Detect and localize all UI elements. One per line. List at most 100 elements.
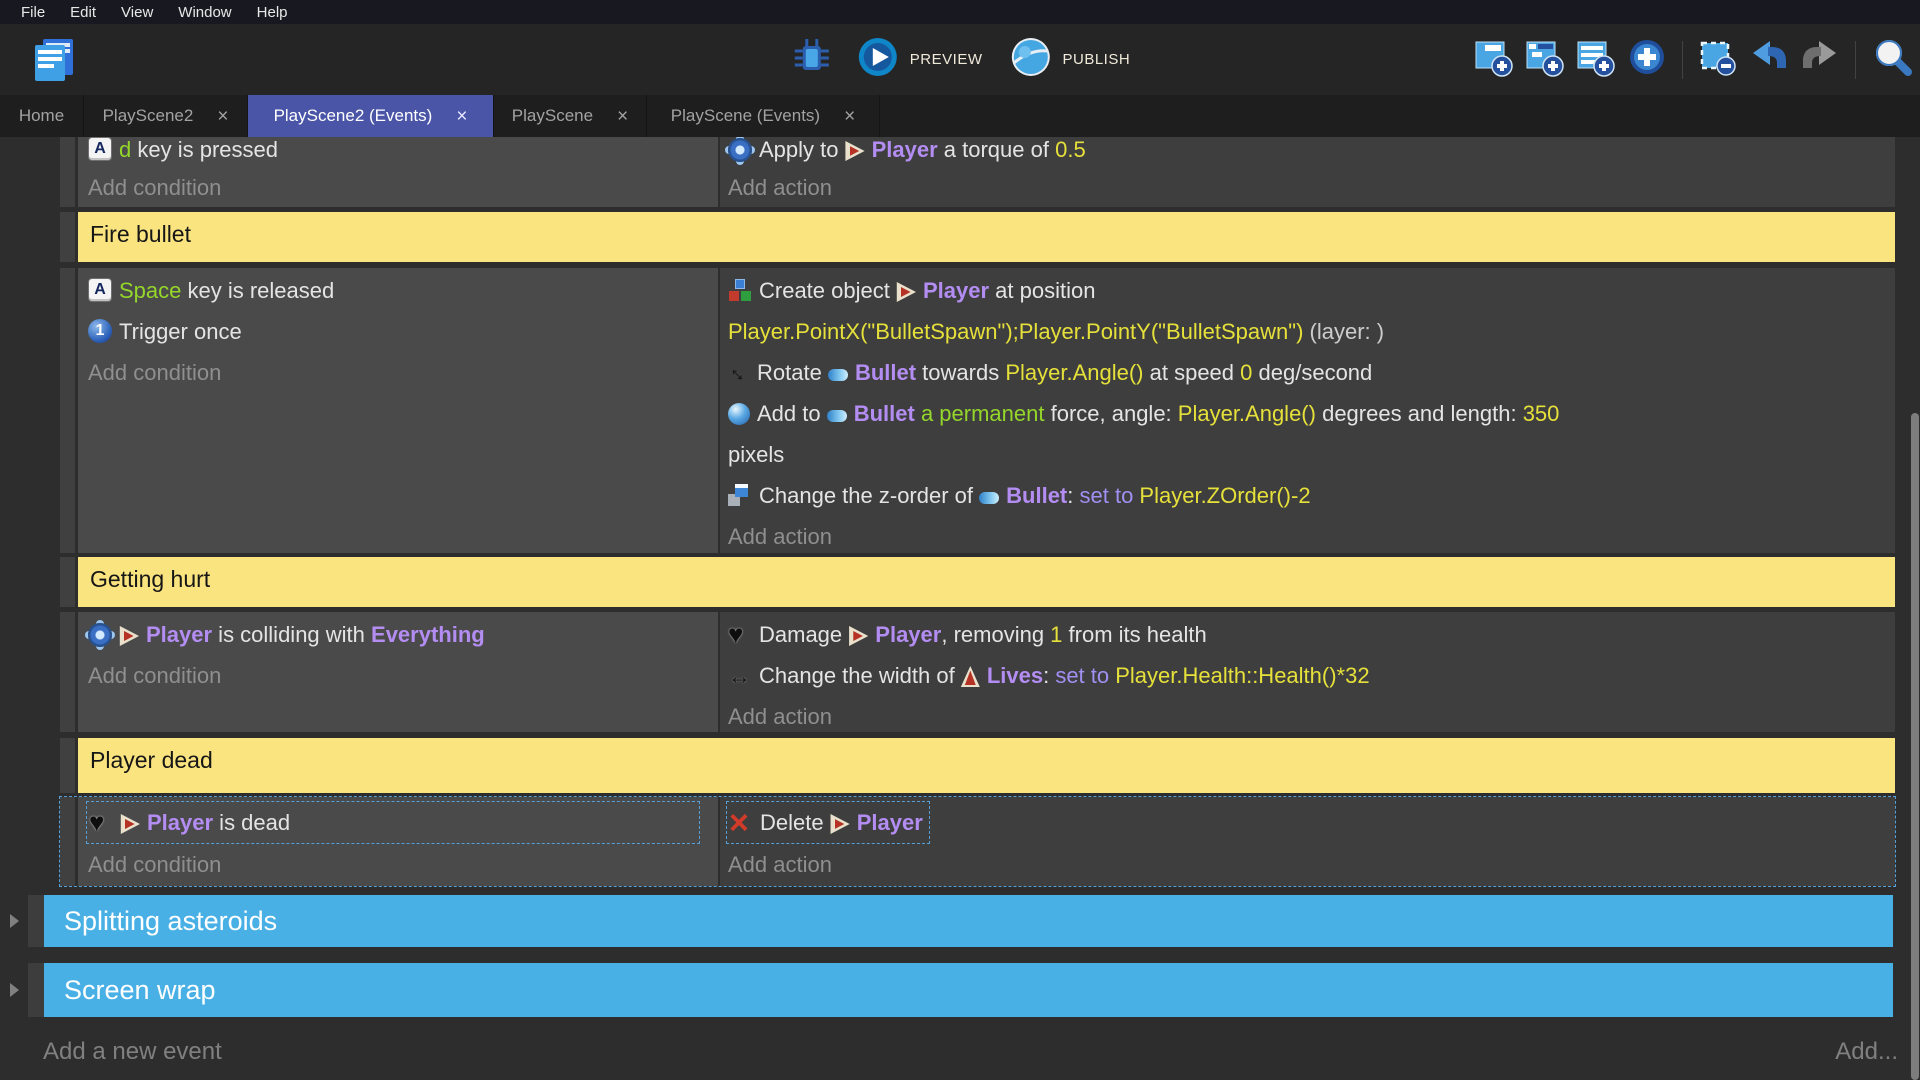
add-action-link[interactable]: Add action [728,516,1895,557]
event-drag-handle[interactable] [60,738,75,793]
comment-text[interactable]: Player dead [78,738,1895,793]
event-drag-handle[interactable] [60,797,75,886]
event-drag-handle[interactable] [60,557,75,607]
toolbar-separator [1855,41,1856,79]
add-condition-link[interactable]: Add condition [88,352,718,393]
tab-label: PlayScene [512,106,593,126]
text-segment: : [1043,663,1055,688]
action-line[interactable]: Change the z-order of Bullet: set to Pla… [728,475,1895,516]
text-segment: , removing [941,622,1050,647]
text-segment: Player.PointX("BulletSpawn");Player.Poin… [728,319,1303,344]
action-line[interactable]: Create object Player at position [728,270,1895,311]
tab-label: PlayScene2 (Events) [274,106,433,126]
vertical-scrollbar-thumb[interactable] [1911,413,1919,1080]
comment-text[interactable]: Getting hurt [78,557,1895,607]
comment-row-fire-bullet: Fire bullet [60,212,1895,262]
close-icon[interactable]: × [617,107,628,126]
condition-line[interactable]: Player is colliding with Everything [88,614,718,655]
add-choose-event-icon[interactable] [1626,36,1668,83]
object-name: Player [923,278,989,303]
condition-line[interactable]: Player is dead [89,810,290,835]
close-icon[interactable]: × [217,107,228,126]
undo-icon[interactable] [1748,36,1790,83]
tab-playscene-events[interactable]: PlayScene (Events) × [647,95,880,137]
tab-playscene[interactable]: PlayScene × [494,95,647,137]
menu-window[interactable]: Window [178,4,231,21]
add-event-icon[interactable] [1473,36,1515,83]
group-row-splitting-asteroids[interactable]: Splitting asteroids [28,895,1893,947]
group-title[interactable]: Splitting asteroids [44,895,1893,947]
text-segment: at position [989,278,1095,303]
group-title[interactable]: Screen wrap [44,963,1893,1017]
close-icon[interactable]: × [844,107,855,126]
event-row-fire: Space key is released Trigger once Add c… [60,268,1895,553]
action-line[interactable]: Rotate Bullet towards Player.Angle() at … [728,352,1895,393]
collapse-arrow-icon[interactable] [10,983,19,997]
tab-label: PlayScene2 [103,106,194,126]
add-action-link[interactable]: Add action [728,169,1895,207]
text-segment: 0 [1240,360,1252,385]
event-drag-handle[interactable] [28,895,44,947]
event-drag-handle[interactable] [60,212,75,262]
text-segment: Rotate [757,360,828,385]
condition-line[interactable]: Trigger once [88,311,718,352]
add-comment-icon[interactable] [1575,36,1617,83]
text-segment: pixels [728,442,784,467]
deletex-icon [729,812,753,834]
selected-condition-box: Player is dead [86,801,700,844]
tab-home[interactable]: Home [0,95,84,137]
tab-playscene2-events[interactable]: PlayScene2 (Events) × [248,95,494,137]
debugger-icon[interactable] [790,35,834,84]
action-line[interactable]: Player.PointX("BulletSpawn");Player.Poin… [728,311,1895,352]
object-name: Bullet [855,360,916,385]
remove-selection-icon[interactable] [1697,36,1739,83]
tab-playscene2[interactable]: PlayScene2 × [84,95,248,137]
object-name: Bullet [854,401,915,426]
add-subevent-icon[interactable] [1524,36,1566,83]
action-line[interactable]: Delete Player [729,810,923,835]
event-row-hurt: Player is colliding with Everything Add … [60,612,1895,732]
comment-text[interactable]: Fire bullet [78,212,1895,262]
add-button[interactable]: Add... [1835,1038,1898,1066]
add-action-link[interactable]: Add action [728,844,1895,885]
bullet-icon [828,369,848,381]
action-line[interactable]: pixels [728,434,1895,475]
add-condition-link[interactable]: Add condition [88,655,718,696]
preview-button[interactable]: PREVIEW [856,35,983,84]
menu-view[interactable]: View [121,4,153,21]
lives-icon [961,666,980,687]
add-condition-link[interactable]: Add condition [88,844,718,885]
event-drag-handle[interactable] [60,268,75,553]
action-line[interactable]: Change the width of Lives: set to Player… [728,655,1895,696]
add-new-event-link[interactable]: Add a new event [43,1038,222,1066]
menu-help[interactable]: Help [257,4,288,21]
preview-label: PREVIEW [910,51,983,68]
search-icon[interactable] [1870,35,1914,84]
text-segment: set to [1080,483,1140,508]
action-line[interactable]: Damage Player, removing 1 from its healt… [728,614,1895,655]
event-drag-handle[interactable] [28,963,44,1017]
tab-label: Home [19,106,64,126]
group-row-screen-wrap[interactable]: Screen wrap [28,963,1893,1017]
text-segment: Apply to [759,137,845,162]
text-segment: Space [119,278,188,303]
close-icon[interactable]: × [456,107,467,126]
add-action-link[interactable]: Add action [728,696,1895,737]
menu-edit[interactable]: Edit [70,4,96,21]
action-line[interactable]: Add to Bullet a permanent force, angle: … [728,393,1895,434]
event-drag-handle[interactable] [60,137,75,207]
once-icon [88,319,112,343]
add-condition-link[interactable]: Add condition [88,169,718,207]
menu-file[interactable]: File [21,4,45,21]
text-segment: Add to [757,401,827,426]
condition-line[interactable]: Space key is released [88,270,718,311]
text-segment: is dead [213,810,290,835]
physics-icon [88,623,112,647]
condition-line[interactable]: d key is pressed [88,137,718,169]
publish-button[interactable]: PUBLISH [1008,35,1130,84]
text-segment: d [119,137,137,162]
event-drag-handle[interactable] [60,612,75,732]
redo-icon[interactable] [1799,36,1841,83]
collapse-arrow-icon[interactable] [10,914,19,928]
action-line[interactable]: Apply to Player a torque of 0.5 [728,137,1895,169]
